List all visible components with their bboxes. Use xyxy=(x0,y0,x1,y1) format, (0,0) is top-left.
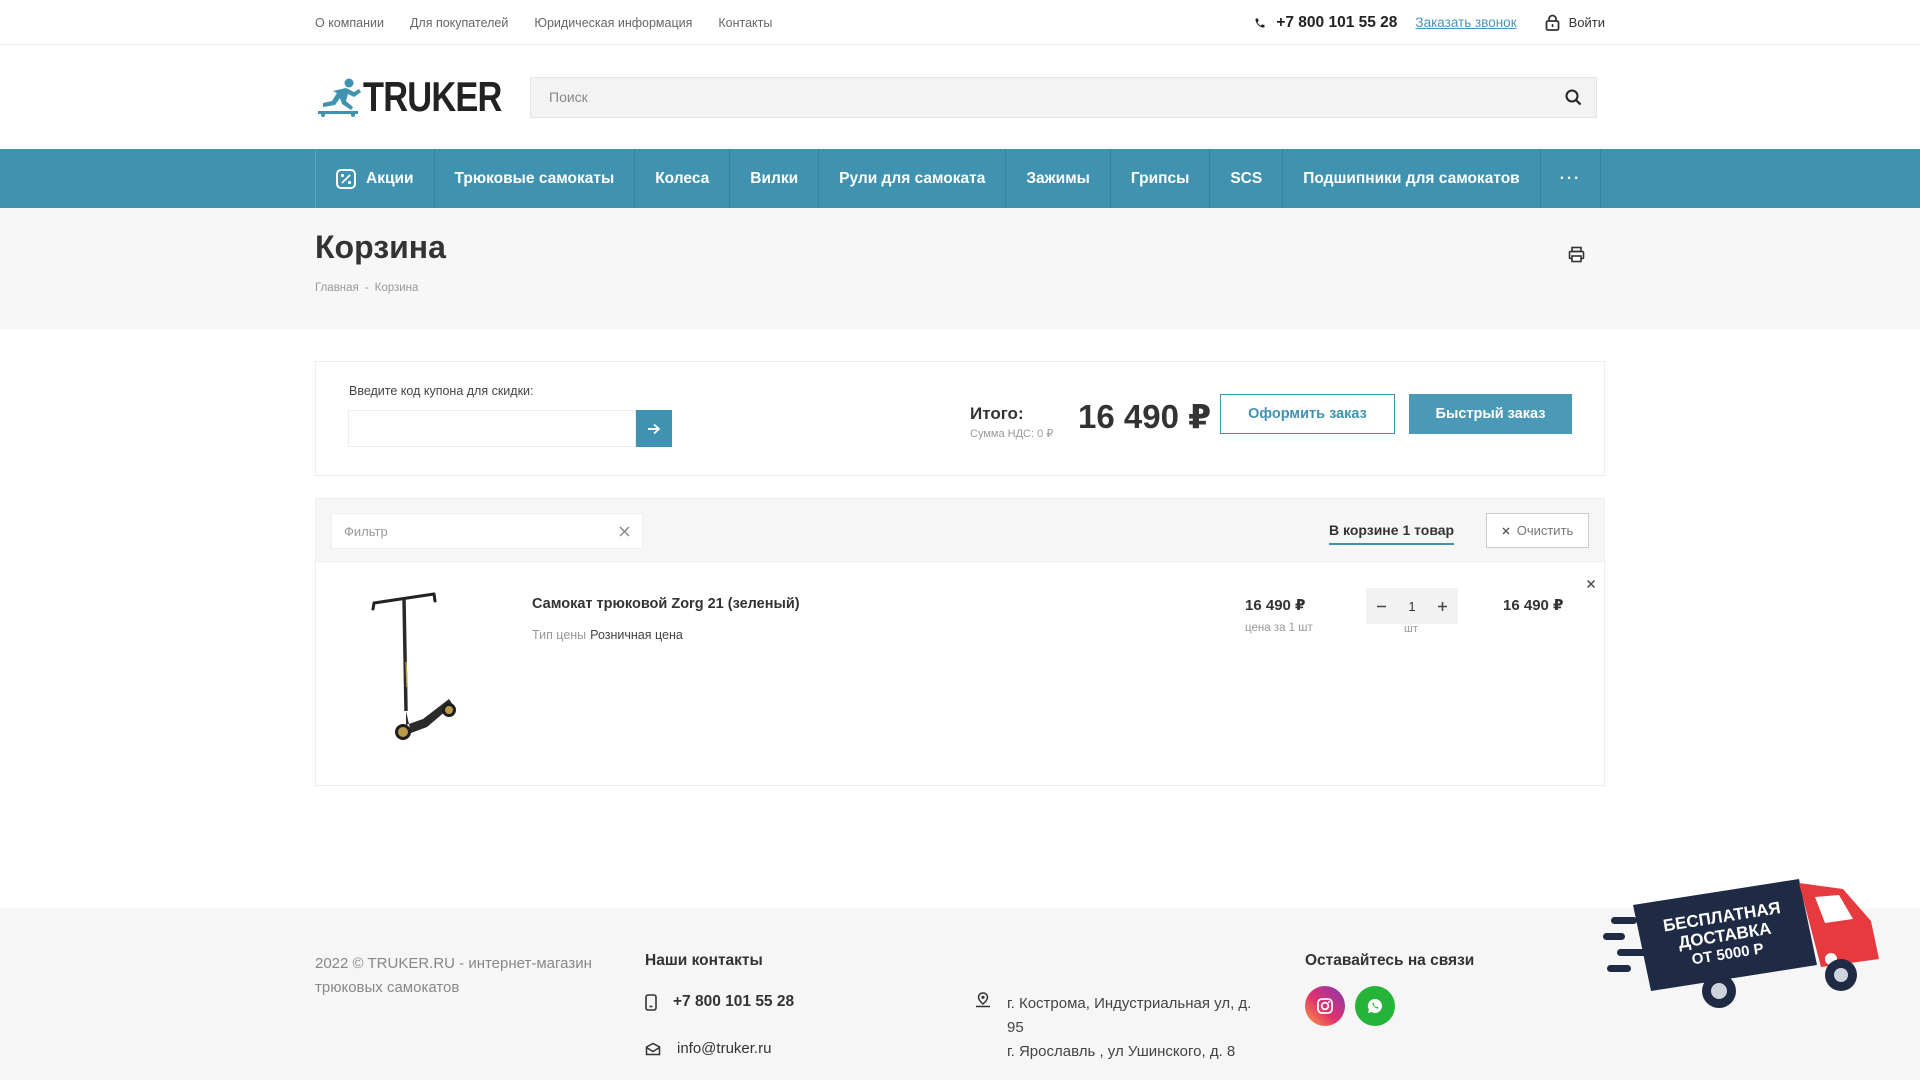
checkout-button[interactable]: Оформить заказ xyxy=(1220,394,1395,434)
nav-item-grips[interactable]: Грипсы xyxy=(1111,149,1211,208)
footer-phone[interactable]: +7 800 101 55 28 xyxy=(645,993,794,1011)
top-links: О компании Для покупателей Юридическая и… xyxy=(315,16,772,30)
close-icon xyxy=(1502,527,1510,534)
main-nav: Акции Трюковые самокаты Колеса Вилки Рул… xyxy=(0,149,1920,208)
breadcrumb-home[interactable]: Главная xyxy=(315,282,359,294)
callback-link[interactable]: Заказать звонок xyxy=(1415,15,1516,30)
clear-filter-icon[interactable] xyxy=(619,525,630,537)
clear-cart-button[interactable]: Очистить xyxy=(1486,513,1589,548)
coupon-apply-button[interactable] xyxy=(636,410,672,447)
arrow-right-icon xyxy=(648,423,661,434)
item-total: 16 490 ₽ xyxy=(1503,597,1564,614)
price-type: Тип цены Розничная цена xyxy=(532,628,683,642)
clear-cart-label: Очистить xyxy=(1516,523,1574,538)
remove-item-icon[interactable] xyxy=(1586,579,1596,589)
address-lines: г. Кострома, Индустриальная ул, д. 95 г.… xyxy=(1007,992,1257,1064)
coupon-label: Введите код купона для скидки: xyxy=(349,384,534,398)
top-link-buyers[interactable]: Для покупателей xyxy=(410,16,508,30)
product-name[interactable]: Самокат трюковой Zorg 21 (зеленый) xyxy=(532,596,800,612)
nav-item-scs[interactable]: SCS xyxy=(1210,149,1284,208)
instagram-button[interactable] xyxy=(1305,986,1345,1026)
location-pin-icon xyxy=(976,992,990,1008)
price-type-label: Тип цены xyxy=(532,628,587,642)
social-links xyxy=(1305,986,1395,1026)
search-bar xyxy=(530,76,1597,118)
price-type-value: Розничная цена xyxy=(590,628,683,642)
cart-header: В корзине 1 товар Очистить xyxy=(316,499,1604,562)
address-line-1: г. Кострома, Индустриальная ул, д. 95 xyxy=(1007,995,1252,1036)
login-button[interactable]: Войти xyxy=(1545,14,1605,31)
login-label: Войти xyxy=(1568,15,1605,30)
top-link-legal[interactable]: Юридическая информация xyxy=(534,16,692,30)
nav-item-bars[interactable]: Рули для самоката xyxy=(819,149,1007,208)
breadcrumb: Главная - Корзина xyxy=(315,282,1605,294)
top-phone[interactable]: +7 800 101 55 28 xyxy=(1254,14,1397,32)
nav-label-sales: Акции xyxy=(366,169,414,187)
footer-email-address: info@truker.ru xyxy=(677,1040,772,1057)
tab-in-cart[interactable]: В корзине 1 товар xyxy=(1329,522,1455,545)
unit-price-note: цена за 1 шт xyxy=(1245,622,1313,634)
total-sum: 16 490 ₽ xyxy=(1078,398,1212,435)
nav-item-clamps[interactable]: Зажимы xyxy=(1006,149,1111,208)
whatsapp-button[interactable] xyxy=(1355,986,1395,1026)
cart-summary-panel: Введите код купона для скидки: Итого: Су… xyxy=(315,361,1605,476)
whatsapp-icon xyxy=(1367,998,1382,1013)
breadcrumb-separator: - xyxy=(364,282,369,294)
filter-field xyxy=(331,513,643,549)
nav-item-trick-scooters[interactable]: Трюковые самокаты xyxy=(435,149,636,208)
nav-item-forks[interactable]: Вилки xyxy=(730,149,820,208)
nav-item-bearings[interactable]: Подшипники для самокатов xyxy=(1283,149,1541,208)
title-area: Корзина Главная - Корзина xyxy=(0,208,1920,330)
filter-input[interactable] xyxy=(344,523,619,539)
top-right: +7 800 101 55 28 Заказать звонок Войти xyxy=(1254,14,1605,32)
page-title: Корзина xyxy=(315,229,446,265)
mail-icon xyxy=(645,1042,661,1055)
top-link-about[interactable]: О компании xyxy=(315,16,384,30)
plus-icon[interactable] xyxy=(1437,601,1448,612)
print-icon[interactable] xyxy=(1568,246,1585,263)
top-link-contacts[interactable]: Контакты xyxy=(718,16,772,30)
product-image[interactable] xyxy=(371,587,461,747)
top-phone-number: +7 800 101 55 28 xyxy=(1276,13,1398,31)
top-bar: О компании Для покупателей Юридическая и… xyxy=(0,0,1920,45)
instagram-icon xyxy=(1317,998,1333,1014)
unit-price: 16 490 ₽ xyxy=(1245,597,1306,614)
nav-more-button[interactable]: ··· xyxy=(1541,149,1602,208)
footer-contacts-title: Наши контакты xyxy=(645,952,763,969)
search-icon[interactable] xyxy=(1565,89,1582,106)
quantity-unit: шт xyxy=(1404,623,1418,635)
logo-text: TRUKER xyxy=(363,73,502,120)
total-label: Итого: xyxy=(970,404,1024,423)
footer-phone-number: +7 800 101 55 28 xyxy=(673,993,795,1010)
quantity-stepper: 1 xyxy=(1366,588,1458,624)
breadcrumb-current: Корзина xyxy=(374,282,419,294)
percent-icon xyxy=(336,168,356,189)
mobile-phone-icon xyxy=(645,993,657,1011)
header: TRUKER xyxy=(0,45,1920,149)
logo-skater-icon xyxy=(318,78,361,117)
nav-item-sales[interactable]: Акции xyxy=(316,149,435,208)
footer-social-title: Оставайтесь на связи xyxy=(1305,952,1475,969)
cart-box: В корзине 1 товар Очистить Самокат трюко… xyxy=(315,498,1605,786)
footer-email[interactable]: info@truker.ru xyxy=(645,1040,771,1057)
logo[interactable]: TRUKER xyxy=(315,73,535,121)
address-line-2: г. Ярославль , ул Ушинского, д. 8 xyxy=(1007,1043,1236,1060)
copyright: 2022 © TRUKER.RU - интернет-магазин трюк… xyxy=(315,955,592,996)
quick-order-button[interactable]: Быстрый заказ xyxy=(1409,394,1572,434)
footer-address: г. Кострома, Индустриальная ул, д. 95 г.… xyxy=(975,992,1257,1064)
search-input[interactable] xyxy=(549,89,1565,105)
cart-item: Самокат трюковой Zorg 21 (зеленый) Тип ц… xyxy=(316,562,1604,785)
coupon-input[interactable] xyxy=(348,410,636,447)
free-delivery-badge[interactable]: БЕСПЛАТНАЯ ДОСТАВКА ОТ 5000 Р xyxy=(1603,875,1903,1015)
phone-icon xyxy=(1255,18,1265,27)
vat-sum: Сумма НДС: 0 ₽ xyxy=(970,428,1054,440)
quantity-value[interactable]: 1 xyxy=(1408,599,1415,614)
lock-icon xyxy=(1545,14,1560,31)
minus-icon[interactable] xyxy=(1376,601,1387,612)
nav-item-wheels[interactable]: Колеса xyxy=(635,149,731,208)
